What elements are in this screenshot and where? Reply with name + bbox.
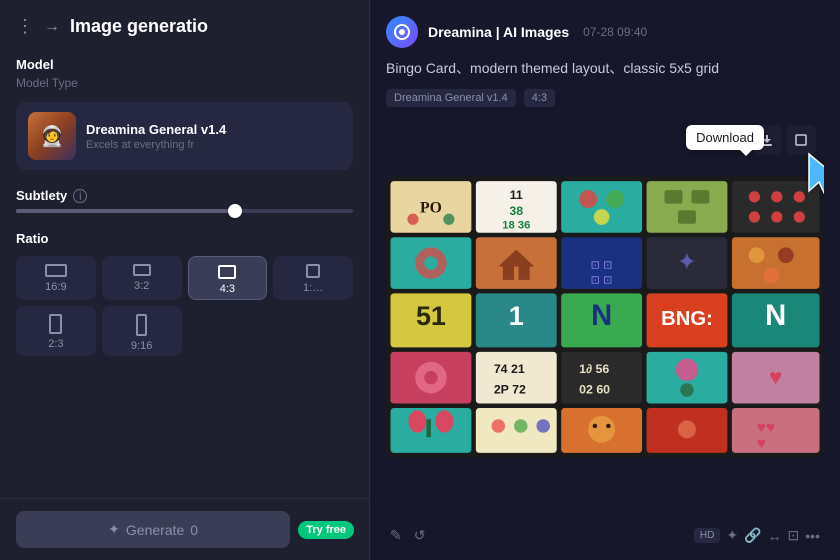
svg-text:♥: ♥ [757,435,766,452]
model-name: Dreamina General v1.4 [86,122,226,137]
download-tooltip: Download [686,125,764,150]
svg-text:11: 11 [510,188,523,202]
app-logo [386,16,418,48]
edit-button[interactable]: ✎ [390,527,402,544]
generate-label: Generate [126,522,184,538]
app-name: Dreamina | AI Images [428,24,569,40]
arrow-icon: → [44,18,60,36]
try-free-badge[interactable]: Try free [298,521,354,539]
svg-text:18 36: 18 36 [502,219,530,231]
subtlety-row: Subtlety i [16,188,353,203]
panel-title: Image generatio [70,16,208,37]
ratio-btn-4-3[interactable]: 4:3 [188,256,268,300]
svg-text:38: 38 [509,204,523,218]
model-type-label: Model Type [16,76,353,90]
subtlety-label: Subtlety [16,188,67,203]
svg-text:⊡ ⊡: ⊡ ⊡ [591,260,613,272]
svg-text:51: 51 [416,301,446,331]
refresh-button[interactable]: ↺ [414,527,426,544]
chat-timestamp: 07-28 09:40 [583,25,647,39]
menu-icon[interactable]: ⋮ [16,16,34,37]
ratio-tag: 4:3 [524,89,555,107]
bingo-card-image: PO 11 38 18 36 [386,117,824,517]
generate-count: 0 [190,522,198,538]
ratio-btn-9-16[interactable]: 9:16 [102,306,182,356]
svg-text:2P 72: 2P 72 [494,382,526,396]
action-right: HD ✦ 🔗 ↔ ⊡ ••• [694,527,820,544]
bottom-bar: ✦ Generate 0 Try free [0,498,370,560]
enhance-button[interactable]: ✦ [726,527,738,544]
more-button[interactable]: ••• [805,528,820,544]
svg-text:N: N [765,300,786,332]
prompt-text: Bingo Card、modern themed layout、classic … [386,58,824,79]
model-thumbnail: 🧑‍🚀 [28,112,76,160]
model-card[interactable]: 🧑‍🚀 Dreamina General v1.4 Excels at ever… [16,102,353,170]
model-section-label: Model [16,57,353,72]
ratio-grid-row2: 2:3 9:16 [16,306,353,356]
model-description: Excels at everything fr [86,139,226,151]
hd-tag[interactable]: HD [694,528,720,543]
ratio-grid-row1: 16:9 3:2 4:3 1:… [16,256,353,300]
svg-text:1∂ 56: 1∂ 56 [579,362,609,376]
svg-text:BNG:: BNG: [661,308,713,330]
generate-button[interactable]: ✦ Generate 0 [16,511,290,548]
ratio-btn-2-3[interactable]: 2:3 [16,306,96,356]
info-icon: i [73,189,87,203]
ratio-btn-1-1[interactable]: 1:… [273,256,353,300]
ratio-btn-3-2[interactable]: 3:2 [102,256,182,300]
right-panel: Dreamina | AI Images 07-28 09:40 Bingo C… [370,0,840,560]
subtlety-slider[interactable] [16,209,353,213]
svg-text:♥♥: ♥♥ [757,420,776,437]
panel-header: ⋮ → Image generatio [16,16,353,37]
svg-text:N: N [591,300,612,332]
svg-text:02 60: 02 60 [579,382,610,396]
svg-text:✦: ✦ [677,249,698,276]
svg-text:⊡ ⊡: ⊡ ⊡ [591,274,613,286]
action-left: ✎ ↺ [390,527,425,544]
svg-text:♥: ♥ [769,364,782,389]
generate-icon: ✦ [108,521,120,538]
image-container: PO 11 38 18 36 [386,117,824,517]
svg-text:PO: PO [420,200,442,217]
ratio-btn-16-9[interactable]: 16:9 [16,256,96,300]
chat-header: Dreamina | AI Images 07-28 09:40 [386,16,824,48]
svg-text:74 21: 74 21 [494,362,525,376]
crop-button[interactable]: ⊡ [788,527,800,544]
expand-button[interactable]: ↔ [768,528,782,544]
tags-row: Dreamina General v1.4 4:3 [386,89,824,107]
svg-text:1: 1 [509,301,524,331]
link-button[interactable]: 🔗 [744,527,761,544]
action-bar: ✎ ↺ HD ✦ 🔗 ↔ ⊡ ••• [386,527,824,544]
ratio-label: Ratio [16,231,353,246]
model-tag: Dreamina General v1.4 [386,89,516,107]
